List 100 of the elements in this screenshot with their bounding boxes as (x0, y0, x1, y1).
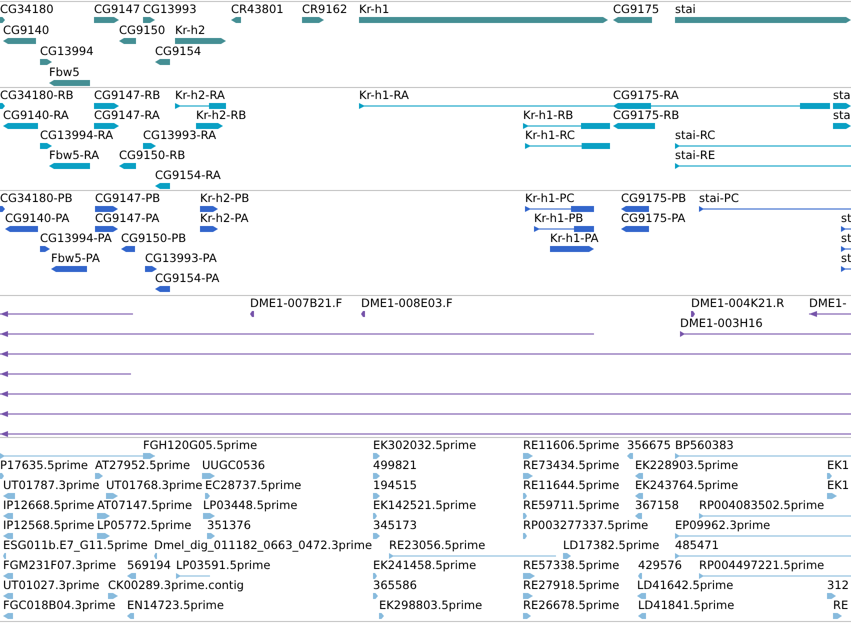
feature-line[interactable] (809, 310, 851, 318)
feature-arrow[interactable] (94, 16, 119, 24)
feature-arrow[interactable] (0, 205, 5, 213)
feature-label: EN14723.5prime (127, 599, 224, 612)
feature-arrow[interactable] (200, 225, 218, 233)
feature-line[interactable] (525, 142, 610, 150)
feature-label: UT01787.3prime (3, 479, 100, 492)
feature-label: CR9162 (302, 3, 348, 16)
feature-line[interactable] (699, 205, 851, 213)
feature-arrow[interactable] (833, 102, 851, 110)
feature-arrow[interactable] (155, 182, 170, 190)
feature-label: CG9150-PB (121, 232, 186, 245)
feature-arrow[interactable] (40, 245, 50, 253)
feature-arrow[interactable] (94, 122, 119, 130)
feature-arrow[interactable] (550, 245, 594, 253)
feature-label: CG9140-RA (3, 109, 69, 122)
feature-label: Kr-h2-RB (196, 109, 246, 122)
feature-label: LP03591.5prime (176, 559, 270, 572)
feature-label: UT01027.3prime (3, 579, 100, 592)
feature-arrow[interactable] (49, 79, 90, 87)
feature-arrow[interactable] (833, 122, 851, 130)
feature-arrow[interactable] (143, 16, 155, 24)
feature-label: DME1-008E03.F (361, 297, 453, 310)
feature-line[interactable] (680, 330, 851, 338)
feature-arrow[interactable] (0, 102, 5, 110)
feature-arrow[interactable] (143, 142, 156, 150)
feature-label: CR43801 (231, 3, 284, 16)
feature-label: DME1-007B21.F (250, 297, 342, 310)
feature-line[interactable] (523, 122, 610, 130)
feature-arrow[interactable] (691, 310, 695, 318)
feature-arrow[interactable] (155, 58, 170, 66)
feature-label: CG34180-PB (0, 192, 72, 205)
feature-label: RE11644.5prime (523, 479, 620, 492)
feature-arrow[interactable] (3, 122, 38, 130)
feature-label: EK241458.5prime (373, 559, 476, 572)
feature-line[interactable] (0, 330, 594, 338)
feature-line[interactable] (0, 370, 131, 378)
feature-arrow[interactable] (3, 37, 36, 45)
feature-label: stai (675, 3, 696, 16)
feature-line[interactable] (534, 225, 594, 233)
feature-label: RE73434.5prime (523, 459, 620, 472)
feature-label: UT01768.3prime (106, 479, 202, 492)
feature-arrow[interactable] (302, 16, 324, 24)
feature-arrow[interactable] (250, 310, 254, 318)
feature-line[interactable] (675, 162, 851, 170)
feature-label: FGC018B04.3prime (3, 599, 116, 612)
feature-arrow[interactable] (121, 245, 135, 253)
feature-label: CG9150-RB (119, 149, 186, 162)
feature-label: CG9154 (155, 45, 202, 58)
feature-line[interactable] (841, 245, 851, 253)
feature-line[interactable] (0, 430, 851, 437)
feature-label: CG34180 (0, 3, 54, 16)
feature-line[interactable] (841, 225, 851, 233)
feature-label: RP003277337.5prime (523, 519, 648, 532)
feature-arrow[interactable] (613, 122, 655, 130)
feature-arrow[interactable] (155, 285, 170, 293)
feature-arrow[interactable] (95, 205, 118, 213)
feature-arrow[interactable] (0, 16, 5, 24)
feature-arrow[interactable] (49, 162, 90, 170)
feature-line[interactable] (0, 310, 133, 318)
feature-arrow[interactable] (95, 225, 118, 233)
feature-label: LD17382.5prime (563, 539, 660, 552)
feature-arrow[interactable] (196, 122, 223, 130)
feature-label: EP09962.3prime (675, 519, 770, 532)
feature-arrow[interactable] (40, 142, 52, 150)
feature-line[interactable] (675, 142, 851, 150)
feature-arrow[interactable] (361, 310, 365, 318)
feature-arrow[interactable] (51, 265, 87, 273)
feature-arrow[interactable] (119, 162, 136, 170)
feature-label: LP05772.5prime (97, 519, 192, 532)
feature-label: CG9175-PA (621, 212, 686, 225)
feature-label: CG9154-PA (155, 272, 220, 285)
feature-arrow[interactable] (94, 102, 119, 110)
feature-label: sta (833, 89, 851, 102)
feature-line[interactable] (0, 410, 851, 418)
feature-arrow[interactable] (621, 205, 649, 213)
feature-label: RE26678.5prime (523, 599, 620, 612)
feature-arrow[interactable] (231, 16, 241, 24)
feature-label: st (841, 252, 851, 265)
feature-arrow[interactable] (613, 102, 651, 110)
feature-label: 569194 (127, 559, 171, 572)
feature-arrow[interactable] (40, 58, 52, 66)
feature-label: RE27918.5prime (523, 579, 620, 592)
feature-arrow[interactable] (175, 37, 226, 45)
feature-label: RE57338.5prime (523, 559, 620, 572)
feature-line[interactable] (175, 102, 226, 110)
feature-label: 312 (827, 579, 849, 592)
feature-line[interactable] (0, 350, 851, 358)
feature-arrow[interactable] (613, 16, 652, 24)
feature-arrow[interactable] (119, 37, 136, 45)
feature-line[interactable] (0, 390, 851, 398)
feature-label: 429576 (638, 559, 682, 572)
feature-arrow[interactable] (621, 225, 649, 233)
feature-arrow[interactable] (145, 265, 157, 273)
feature-label: Kr-h2-PB (200, 192, 250, 205)
feature-arrow[interactable] (200, 205, 218, 213)
feature-line[interactable] (841, 265, 851, 273)
feature-label: CG9154-RA (155, 169, 221, 182)
feature-arrow[interactable] (5, 225, 38, 233)
feature-line[interactable] (525, 205, 594, 213)
